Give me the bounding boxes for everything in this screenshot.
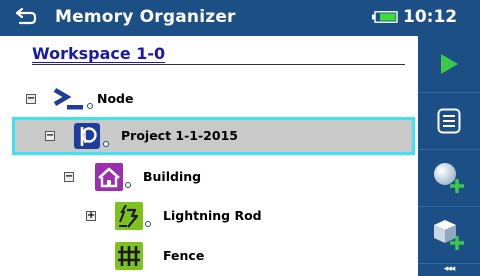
tree-row-building[interactable]: − Building	[0, 160, 418, 194]
collapse-toggle[interactable]: −	[45, 131, 55, 141]
more-options-button[interactable]: ◂◂◂	[418, 264, 480, 276]
tree-row-fence[interactable]: Fence	[0, 238, 418, 272]
tree-row-label: Fence	[163, 248, 205, 263]
collapse-toggle[interactable]: −	[26, 94, 36, 104]
expand-toggle[interactable]: +	[86, 211, 96, 221]
add-object-button[interactable]	[418, 207, 480, 263]
back-arrow-icon[interactable]	[14, 6, 38, 26]
add-measurement-icon	[434, 163, 464, 193]
collapse-toggle[interactable]: −	[64, 172, 74, 182]
add-measurement-button[interactable]	[418, 150, 480, 206]
tree-row-label: Project 1-1-2015	[121, 128, 238, 143]
clock-time: 10:12	[403, 7, 458, 27]
node-dot-icon	[145, 221, 151, 227]
tree-row-label: Node	[97, 91, 134, 106]
list-icon	[437, 108, 461, 134]
tree-row-node[interactable]: − Node	[0, 82, 418, 116]
battery-icon	[372, 11, 398, 23]
page-title: Memory Organizer	[55, 7, 236, 27]
view-list-button[interactable]	[418, 93, 480, 149]
node-icon	[53, 88, 83, 110]
lightning-rod-icon	[115, 202, 143, 230]
workspace-divider	[32, 64, 405, 65]
node-dot-icon	[125, 182, 131, 188]
tree-row-label: Building	[143, 169, 202, 184]
project-icon	[74, 123, 100, 149]
tree-row-project[interactable]: − Project 1-1-2015	[0, 119, 418, 153]
building-icon	[95, 163, 123, 191]
play-icon	[441, 54, 458, 74]
node-dot-icon	[87, 103, 93, 109]
action-sidebar: ◂◂◂	[418, 36, 480, 276]
start-test-button[interactable]	[418, 36, 480, 92]
workspace-title: Workspace 1-0	[32, 44, 166, 63]
fence-icon	[115, 242, 143, 270]
add-object-icon	[434, 220, 464, 250]
title-bar: Memory Organizer 10:12	[0, 0, 480, 36]
node-dot-icon	[103, 141, 109, 147]
tree-row-lightning-rod[interactable]: + Lightning Rod	[0, 199, 418, 233]
tree-row-label: Lightning Rod	[163, 208, 262, 223]
